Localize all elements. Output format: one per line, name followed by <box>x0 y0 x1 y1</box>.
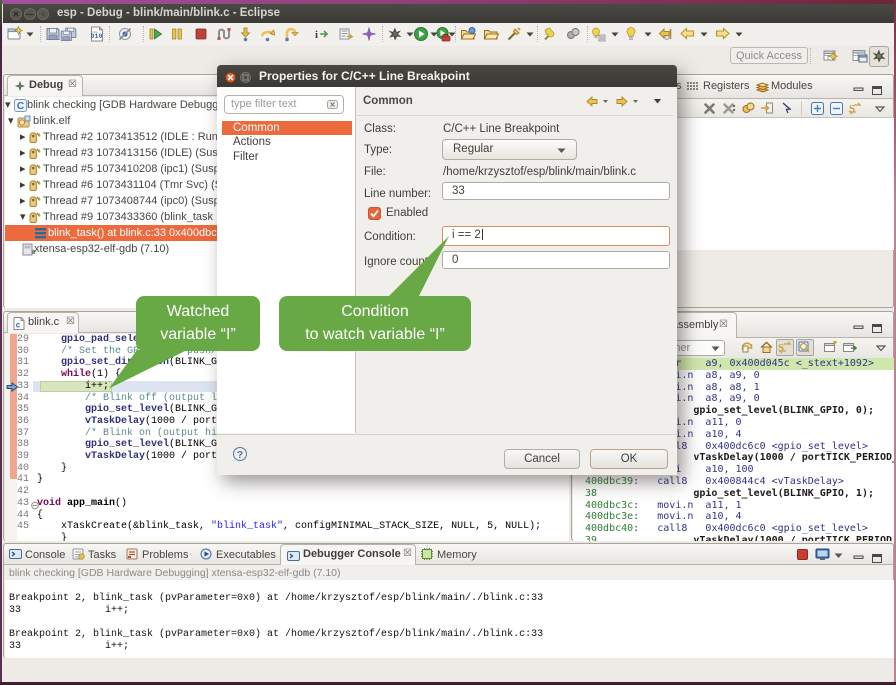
svg-text:i: i <box>315 29 318 41</box>
svg-text:c: c <box>16 322 21 331</box>
svg-text:010: 010 <box>91 33 103 40</box>
svg-text:C: C <box>17 101 24 112</box>
